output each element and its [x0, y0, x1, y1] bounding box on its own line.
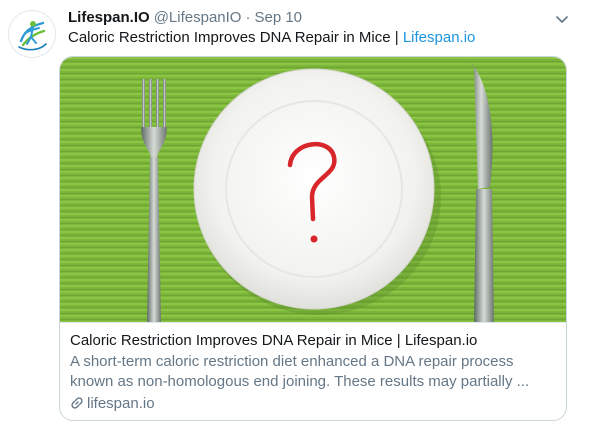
link-icon [71, 397, 83, 409]
chevron-down-icon [556, 16, 568, 23]
card-description-line: A short-term caloric restriction diet en… [70, 353, 514, 370]
tweet-header: Lifespan.IO @LifespanIO · Sep 10 [68, 8, 302, 28]
card-image[interactable] [60, 57, 566, 322]
tweet[interactable]: Lifespan.IO @LifespanIO · Sep 10 Caloric Re… [0, 0, 615, 431]
more-options-button[interactable] [551, 8, 573, 30]
tweet-text-body: Caloric Restriction Improves DNA Repair … [68, 29, 403, 46]
card-domain: lifespan.io [70, 394, 556, 414]
card-title: Caloric Restriction Improves DNA Repair … [70, 332, 478, 349]
lifespan-logo-icon [9, 11, 55, 57]
avatar[interactable] [8, 10, 56, 58]
tweet-link[interactable]: Lifespan.io [403, 29, 476, 46]
card-domain-text: lifespan.io [87, 395, 155, 412]
card-body[interactable]: Caloric Restriction Improves DNA Repair … [60, 322, 566, 420]
display-name[interactable]: Lifespan.IO [68, 9, 150, 26]
card-description: A short-term caloric restriction diet en… [70, 352, 556, 392]
user-handle[interactable]: @LifespanIO [154, 9, 242, 26]
link-preview-card[interactable]: Caloric Restriction Improves DNA Repair … [59, 56, 567, 421]
tweet-text: Caloric Restriction Improves DNA Repair … [68, 28, 475, 48]
separator-dot: · [245, 9, 251, 26]
card-description-line: known as non-homologous end joining. The… [70, 373, 530, 390]
tweet-date[interactable]: Sep 10 [254, 9, 302, 26]
plate-with-question-mark-image [60, 57, 566, 322]
